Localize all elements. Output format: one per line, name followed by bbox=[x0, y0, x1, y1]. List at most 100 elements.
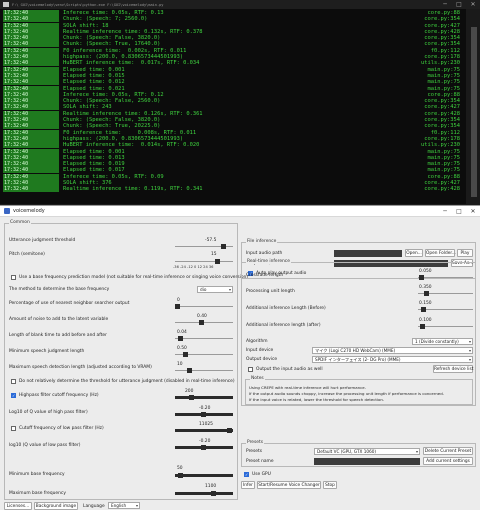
log-timestamp: 17:32:40 bbox=[3, 22, 59, 29]
max-base-label: Maximum base frequency bbox=[9, 491, 66, 496]
input-device-label: Input device bbox=[246, 348, 274, 353]
before-slider[interactable] bbox=[418, 307, 473, 312]
before-value: 0.150 bbox=[419, 301, 432, 306]
log-timestamp: 17:32:40 bbox=[3, 110, 59, 117]
console-window: F:\ GUI\voicemelody\venv\Scripts\python.… bbox=[0, 0, 480, 204]
console-log: 17:32:40 Inferece time: 0.05s, RTF: 0.13 c… bbox=[0, 9, 466, 204]
after-value: 0.100 bbox=[419, 318, 432, 323]
min-base-value: 50 bbox=[177, 466, 183, 471]
input-audio-label: Input audio path bbox=[246, 251, 283, 256]
use-gpu-checkbox[interactable] bbox=[244, 472, 249, 477]
lowpass-checkbox[interactable] bbox=[11, 426, 16, 431]
before-label: Additional inference Length (Before) bbox=[246, 306, 326, 311]
licenses-button[interactable]: Licenses... bbox=[4, 502, 32, 510]
close-icon[interactable]: ✕ bbox=[466, 0, 480, 9]
algorithm-select[interactable]: 1 (Divide constantly) bbox=[412, 338, 473, 345]
group-title: Common bbox=[9, 220, 31, 225]
log10-high-slider[interactable] bbox=[175, 412, 233, 417]
base-freq-method-select[interactable]: dio bbox=[197, 286, 233, 293]
processing-slider[interactable] bbox=[418, 291, 473, 296]
use-gpu-label: Use GPU bbox=[252, 472, 271, 477]
start-voice-changer-button[interactable]: Start/Resume Voice Changer bbox=[257, 481, 321, 489]
log-timestamp: 17:32:40 bbox=[3, 180, 59, 187]
input-audio-path-field[interactable] bbox=[334, 250, 402, 257]
close-icon[interactable]: ✕ bbox=[466, 206, 480, 217]
background-image-button[interactable]: Background image bbox=[34, 502, 78, 510]
max-base-slider[interactable] bbox=[175, 491, 233, 496]
maximize-icon[interactable]: □ bbox=[452, 206, 466, 217]
after-slider[interactable] bbox=[418, 324, 473, 329]
log10-high-label: Log10 of Q value of high pass filter) bbox=[9, 410, 88, 415]
language-select[interactable]: English bbox=[108, 502, 140, 509]
log-source: core.py:428 bbox=[424, 186, 460, 193]
log-message: Realtime inference time: 0.119s, RTF: 0.… bbox=[63, 186, 203, 193]
max-speech-slider[interactable] bbox=[175, 368, 233, 373]
log-timestamp: 17:32:40 bbox=[3, 186, 59, 193]
voicemelody-icon bbox=[4, 208, 10, 214]
log-timestamp: 17:32:40 bbox=[3, 154, 59, 161]
auto-threshold-label: Do not relatively determine the threshol… bbox=[19, 379, 235, 384]
utterance-label: Utterance judgment threshold bbox=[9, 238, 76, 243]
neighbor-slider[interactable] bbox=[175, 304, 233, 309]
highpass-checkbox[interactable] bbox=[11, 393, 16, 398]
delete-preset-button[interactable]: Delete Current Preset bbox=[423, 447, 473, 455]
log-timestamp: 17:32:40 bbox=[3, 41, 59, 48]
refresh-device-button[interactable]: Refresh device list bbox=[433, 365, 473, 373]
blank-value: 0.04 bbox=[177, 330, 187, 335]
language-label: Language bbox=[83, 504, 105, 509]
algorithm-label: Algorithm bbox=[246, 339, 268, 344]
add-settings-button[interactable]: Add current settings bbox=[423, 457, 473, 465]
console-app-icon bbox=[3, 2, 9, 7]
log10-low-label: log10 (Q value of low pass filter) bbox=[9, 443, 81, 448]
crossfade-slider[interactable] bbox=[418, 275, 473, 280]
input-device-select[interactable]: マイク (Logi C270 HD WebCam) (MME) bbox=[312, 347, 473, 354]
lowpass-slider[interactable] bbox=[175, 428, 233, 433]
highpass-label: Highpass filter cutoff frequency (Hz) bbox=[19, 393, 99, 398]
preset-name-field[interactable] bbox=[314, 458, 420, 465]
maximize-icon[interactable]: □ bbox=[452, 0, 466, 9]
log-timestamp: 17:32:40 bbox=[3, 54, 59, 61]
log10-low-slider[interactable] bbox=[175, 445, 233, 450]
play-button[interactable]: Play bbox=[457, 249, 473, 257]
auto-threshold-checkbox[interactable] bbox=[11, 379, 16, 384]
presets-select[interactable]: Default VC (GPU, GTX 1060) bbox=[314, 448, 420, 455]
neighbor-label: Percentage of use of nearest neighbor se… bbox=[9, 301, 130, 306]
max-speech-value: 10 bbox=[177, 362, 183, 367]
stop-button[interactable]: Stop bbox=[323, 481, 337, 489]
minimize-icon[interactable]: ─ bbox=[438, 206, 452, 217]
noise-value: 0.40 bbox=[197, 314, 207, 319]
noise-slider[interactable] bbox=[175, 320, 233, 325]
after-label: Additional inference length (after) bbox=[246, 323, 321, 328]
min-base-slider[interactable] bbox=[175, 473, 233, 478]
console-scrollbar[interactable] bbox=[466, 9, 480, 204]
log-timestamp: 17:32:40 bbox=[3, 60, 59, 67]
log10-high-value: -0.20 bbox=[199, 406, 211, 411]
min-speech-slider[interactable] bbox=[175, 352, 233, 357]
output-input-checkbox[interactable] bbox=[248, 367, 253, 372]
group-title: Notes bbox=[250, 376, 265, 381]
common-group: Common Utterance judgment threshold -57.… bbox=[4, 220, 248, 500]
pitch-slider[interactable] bbox=[175, 259, 233, 264]
log-timestamp: 17:32:40 bbox=[3, 167, 59, 174]
group-title: Real-time inference bbox=[246, 259, 291, 264]
log-timestamp: 17:32:40 bbox=[3, 85, 59, 92]
output-device-select[interactable]: SPDIF インターフェイス (2- DG Pro) (MME) bbox=[312, 356, 473, 363]
realtime-group: Real-time inference Crossfade length 0.0… bbox=[241, 259, 476, 406]
presets-label: Presets bbox=[246, 449, 262, 454]
log-line: 17:32:40 Realtime inference time: 0.119s,… bbox=[3, 186, 466, 193]
infer-button[interactable]: Infer bbox=[241, 481, 255, 489]
base-freq-model-checkbox[interactable] bbox=[11, 275, 16, 280]
open-button[interactable]: Open... bbox=[405, 249, 423, 257]
scrollbar-thumb[interactable] bbox=[471, 27, 477, 197]
log-timestamp: 17:32:40 bbox=[3, 10, 59, 16]
open-folder-button[interactable]: Open Folder... bbox=[425, 249, 456, 257]
blank-slider[interactable] bbox=[175, 336, 233, 341]
log-timestamp: 17:32:40 bbox=[3, 129, 59, 136]
app-title: voicemelody bbox=[13, 208, 45, 214]
minimize-icon[interactable]: ─ bbox=[438, 0, 452, 9]
log-timestamp: 17:32:40 bbox=[3, 148, 59, 155]
preset-name-label: Preset name bbox=[246, 459, 274, 464]
highpass-slider[interactable] bbox=[175, 395, 233, 400]
utterance-slider[interactable] bbox=[175, 244, 233, 249]
log-timestamp: 17:32:40 bbox=[3, 173, 59, 180]
